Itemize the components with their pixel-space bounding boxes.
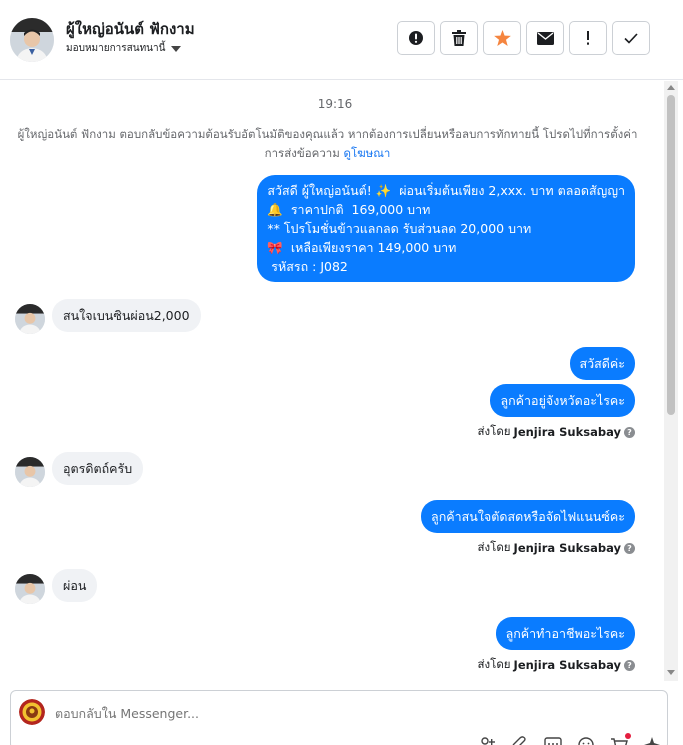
sent-by-info: ส่งโดย Jenjira Suksabay ? <box>478 656 635 674</box>
sent-by-info: ส่งโดย Jenjira Suksabay ? <box>478 423 635 441</box>
notice-text: ผู้ใหญ่อนันต์ ฟักงาม ตอบกลับข้อความต้อนร… <box>17 127 638 160</box>
contact-avatar[interactable] <box>10 18 54 62</box>
auto-reply-notice: ผู้ใหญ่อนันต์ ฟักงาม ตอบกลับข้อความต้อนร… <box>10 125 645 163</box>
view-ad-link[interactable]: ดูโฆษณา <box>343 146 390 160</box>
exclamation-icon <box>587 31 589 45</box>
assign-conversation-dropdown[interactable]: มอบหมายการสนทนานี้ <box>66 41 182 56</box>
trash-icon <box>452 30 466 46</box>
sent-by-info: ส่งโดย Jenjira Suksabay ? <box>478 539 635 557</box>
alert-circle-button[interactable] <box>397 21 435 55</box>
scrollbar-thumb[interactable] <box>667 95 675 415</box>
add-person-icon[interactable] <box>477 735 497 745</box>
star-icon <box>493 30 511 46</box>
page-avatar <box>19 699 45 725</box>
scroll-up-arrow-icon[interactable] <box>667 85 675 90</box>
header-actions <box>397 21 650 55</box>
incoming-message: สนใจเบนซินผ่อน2,000 <box>52 299 201 332</box>
sender-name: Jenjira Suksabay <box>513 658 621 672</box>
outgoing-message: ลูกค้าทำอาชีพอะไรคะ <box>495 617 635 650</box>
composer-tools <box>477 733 662 745</box>
reply-input[interactable] <box>55 706 555 721</box>
contact-name[interactable]: ผู้ใหญ่อนันต์ ฟักงาม <box>66 17 195 41</box>
sent-by-prefix: ส่งโดย <box>477 540 511 554</box>
conversation-header: ผู้ใหญ่อนันต์ ฟักงาม มอบหมายการสนทนานี้ <box>0 0 683 80</box>
attachment-icon[interactable] <box>510 735 530 745</box>
saved-reply-icon[interactable] <box>543 735 563 745</box>
star-button[interactable] <box>483 21 521 55</box>
contact-avatar-small <box>15 304 45 334</box>
scroll-down-arrow-icon[interactable] <box>667 670 675 675</box>
outgoing-message: สวัสดี ผู้ใหญ่อนันต์! ✨ ผ่อนเริ่มต้นเพีย… <box>257 175 635 282</box>
incoming-message: ผ่อน <box>52 569 98 602</box>
exclamation-circle-icon <box>409 31 423 45</box>
sent-by-prefix: ส่งโดย <box>477 657 511 671</box>
message-thread[interactable]: 19:16 ผู้ใหญ่อนันต์ ฟักงาม ตอบกลับข้อควา… <box>0 81 664 681</box>
incoming-message: อุตรดิตถ์ครับ <box>52 452 144 485</box>
important-button[interactable] <box>569 21 607 55</box>
notification-dot <box>625 733 631 739</box>
mail-button[interactable] <box>526 21 564 55</box>
outgoing-message: สวัสดีค่ะ <box>569 347 635 380</box>
outgoing-message: ลูกค้าสนใจตัดสดหรือจัดไฟแนนซ์คะ <box>421 500 635 533</box>
contact-avatar-small <box>15 457 45 487</box>
check-icon <box>624 32 638 44</box>
assign-label: มอบหมายการสนทนานี้ <box>66 43 166 54</box>
emoji-icon[interactable] <box>576 735 596 745</box>
question-icon[interactable]: ? <box>624 426 635 438</box>
sender-name: Jenjira Suksabay <box>513 425 621 439</box>
shop-cart-icon[interactable] <box>609 733 631 745</box>
thread-scrollbar[interactable] <box>664 81 678 681</box>
question-icon[interactable]: ? <box>624 659 635 671</box>
done-button[interactable] <box>612 21 650 55</box>
delete-button[interactable] <box>440 21 478 55</box>
timestamp: 19:16 <box>317 97 353 111</box>
envelope-icon <box>536 31 554 45</box>
caret-down-icon <box>171 45 182 52</box>
reply-composer <box>10 690 668 745</box>
outgoing-message: ลูกค้าอยู่จังหวัดอะไรคะ <box>490 384 635 417</box>
sparkle-icon[interactable] <box>642 735 662 745</box>
sent-by-prefix: ส่งโดย <box>477 424 511 438</box>
sender-name: Jenjira Suksabay <box>513 541 621 555</box>
question-icon[interactable]: ? <box>624 542 635 554</box>
contact-avatar-small <box>15 574 45 604</box>
